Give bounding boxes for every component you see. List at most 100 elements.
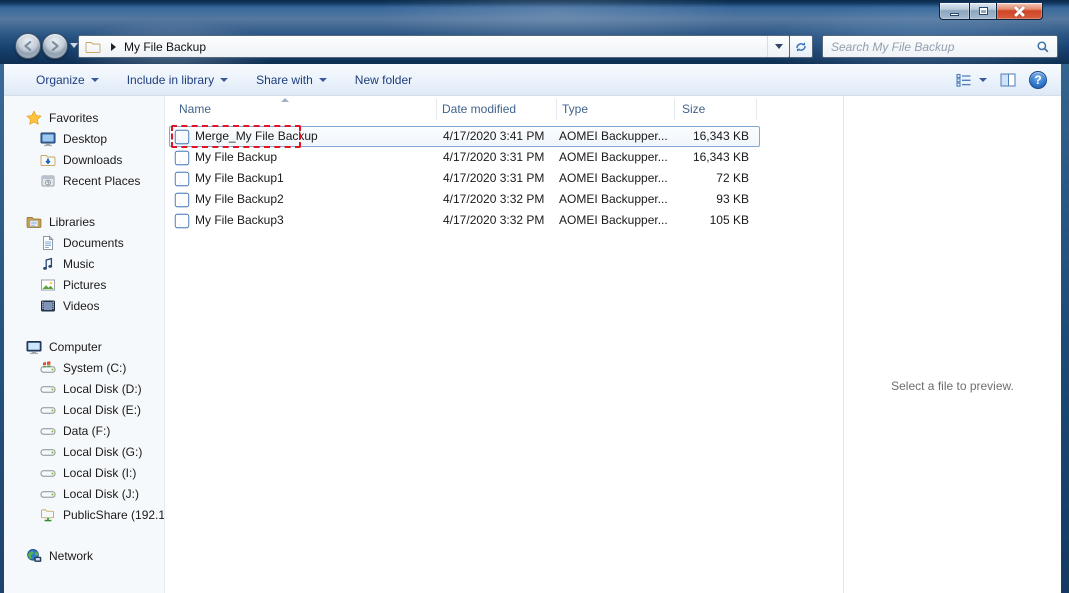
sidebar-item-videos[interactable]: Videos	[4, 295, 164, 316]
backup-file-icon	[174, 192, 190, 208]
file-name: My File Backup3	[195, 211, 284, 230]
downloads-icon	[40, 152, 56, 168]
column-divider[interactable]	[674, 99, 675, 120]
column-header-date-modified[interactable]: Date modified	[442, 96, 516, 123]
sidebar-item-desktop[interactable]: Desktop	[4, 128, 164, 149]
search-box[interactable]: Search My File Backup	[822, 35, 1058, 58]
breadcrumb[interactable]: My File Backup	[124, 40, 206, 54]
column-headers: Name Date modified Type Size	[165, 96, 843, 123]
column-divider[interactable]	[556, 99, 557, 120]
sidebar-item-label: Local Disk (G:)	[63, 445, 142, 459]
file-size: 16,343 KB	[675, 148, 751, 167]
chevron-down-icon	[775, 44, 783, 49]
system-drive-icon	[40, 360, 56, 376]
table-row-my-file-backup1[interactable]: My File Backup1 4/17/2020 3:31 PM AOMEI …	[169, 168, 760, 189]
folder-icon	[85, 39, 101, 55]
drive-icon	[40, 381, 56, 397]
sidebar-item-system-c[interactable]: System (C:)	[4, 357, 164, 378]
drive-icon	[40, 444, 56, 460]
table-row-merge-my-file-backup[interactable]: Merge_My File Backup 4/17/2020 3:41 PM A…	[169, 126, 760, 147]
file-type: AOMEI Backupper...	[559, 211, 677, 230]
address-dropdown-button[interactable]	[767, 36, 789, 57]
sidebar-item-label: Videos	[63, 299, 99, 313]
toolbar-right-icons: ?	[956, 64, 1047, 96]
column-header-size[interactable]: Size	[682, 96, 705, 123]
forward-button[interactable]	[42, 33, 68, 59]
file-rows: Merge_My File Backup 4/17/2020 3:41 PM A…	[169, 126, 760, 231]
back-button[interactable]	[15, 33, 41, 59]
chevron-down-icon	[220, 78, 228, 82]
file-name: My File Backup2	[195, 190, 284, 209]
refresh-button[interactable]	[790, 35, 813, 58]
toolbar-item-new-folder[interactable]: New folder	[343, 69, 424, 91]
column-divider[interactable]	[436, 99, 437, 120]
file-size: 105 KB	[675, 211, 751, 230]
file-date-modified: 4/17/2020 3:31 PM	[443, 169, 559, 188]
help-icon: ?	[1034, 73, 1041, 87]
toolbar-item-organize[interactable]: Organize	[24, 69, 111, 91]
sidebar-item-label: Recent Places	[63, 174, 140, 188]
sidebar-item-local-disk-e[interactable]: Local Disk (E:)	[4, 399, 164, 420]
column-header-type[interactable]: Type	[562, 96, 588, 123]
address-bar[interactable]: My File Backup	[78, 35, 790, 58]
file-name: My File Backup1	[195, 169, 284, 188]
minimize-icon	[950, 13, 959, 16]
breadcrumb-arrow-icon[interactable]	[111, 43, 116, 51]
sidebar-item-pictures[interactable]: Pictures	[4, 274, 164, 295]
sidebar-item-local-disk-i[interactable]: Local Disk (I:)	[4, 462, 164, 483]
change-view-button[interactable]	[956, 72, 987, 88]
toolbar-item-include-in-library[interactable]: Include in library	[115, 69, 240, 91]
chevron-down-icon	[979, 78, 987, 82]
sidebar-item-music[interactable]: Music	[4, 253, 164, 274]
sidebar-group-libraries[interactable]: Libraries	[4, 211, 164, 232]
sidebar-item-label: System (C:)	[63, 361, 126, 375]
refresh-icon	[794, 40, 808, 54]
minimize-button[interactable]	[939, 3, 969, 20]
videos-icon	[40, 298, 56, 314]
help-button[interactable]: ?	[1029, 71, 1047, 89]
sidebar-item-label: Music	[63, 257, 94, 271]
preview-pane-icon	[1000, 72, 1016, 88]
navigation-pane: Favorites DesktopDownloads Recent Places Li…	[4, 96, 165, 593]
drive-icon	[40, 465, 56, 481]
sidebar-group-label: Favorites	[49, 111, 98, 125]
network-icon	[26, 548, 42, 564]
sidebar-item-data-f[interactable]: Data (F:)	[4, 420, 164, 441]
sidebar-item-local-disk-j[interactable]: Local Disk (J:)	[4, 483, 164, 504]
sidebar-item-local-disk-g[interactable]: Local Disk (G:)	[4, 441, 164, 462]
star-icon	[26, 110, 42, 126]
file-type: AOMEI Backupper...	[559, 190, 677, 209]
maximize-button[interactable]	[969, 3, 997, 20]
search-icon	[1036, 40, 1050, 54]
table-row-my-file-backup[interactable]: My File Backup 4/17/2020 3:31 PM AOMEI B…	[169, 147, 760, 168]
column-divider[interactable]	[756, 99, 757, 120]
sidebar-group-computer[interactable]: Computer	[4, 336, 164, 357]
sidebar-item-label: Local Disk (E:)	[63, 403, 141, 417]
window-frame-right	[1061, 64, 1069, 593]
sidebar-item-local-disk-d[interactable]: Local Disk (D:)	[4, 378, 164, 399]
recent-pages-dropdown-icon[interactable]	[70, 43, 78, 48]
preview-pane-button[interactable]	[1000, 72, 1016, 88]
views-icon	[956, 72, 972, 88]
sidebar-group-favorites[interactable]: Favorites	[4, 107, 164, 128]
column-header-name[interactable]: Name	[179, 96, 211, 123]
table-row-my-file-backup3[interactable]: My File Backup3 4/17/2020 3:32 PM AOMEI …	[169, 210, 760, 231]
sidebar-item-label: Documents	[63, 236, 124, 250]
sidebar-item-documents[interactable]: Documents	[4, 232, 164, 253]
recent-places-icon	[40, 173, 56, 189]
sidebar-item-publicshare-192-168[interactable]: PublicShare (192.168	[4, 504, 164, 525]
table-row-my-file-backup2[interactable]: My File Backup2 4/17/2020 3:32 PM AOMEI …	[169, 189, 760, 210]
sidebar-group-network[interactable]: Network	[4, 545, 164, 566]
file-list: Name Date modified Type Size Merge_My Fi…	[165, 96, 843, 593]
file-date-modified: 4/17/2020 3:31 PM	[443, 148, 559, 167]
toolbar-item-share-with[interactable]: Share with	[244, 69, 339, 91]
sidebar-item-label: Local Disk (J:)	[63, 487, 139, 501]
desktop-icon	[40, 131, 56, 147]
file-date-modified: 4/17/2020 3:32 PM	[443, 190, 559, 209]
sidebar-item-recent-places[interactable]: Recent Places	[4, 170, 164, 191]
search-input[interactable]: Search My File Backup	[831, 40, 1029, 54]
sidebar-item-downloads[interactable]: Downloads	[4, 149, 164, 170]
toolbar-items: OrganizeInclude in libraryShare withNew …	[4, 69, 424, 91]
close-button[interactable]	[997, 3, 1043, 20]
back-arrow-icon	[21, 39, 35, 53]
